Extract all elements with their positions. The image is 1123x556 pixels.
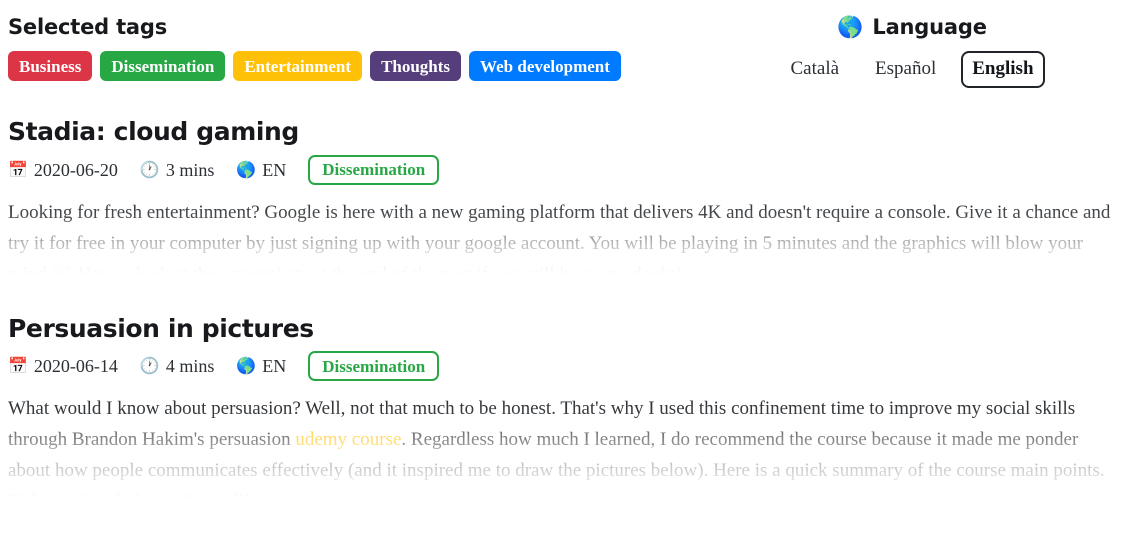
calendar-icon: 📅 (8, 356, 28, 376)
post-tag-badge[interactable]: Dissemination (308, 154, 440, 185)
tag-filter-list: Business Dissemination Entertainment Tho… (8, 51, 648, 82)
globe-icon: 🌎 (236, 159, 257, 179)
post-item: Stadia: cloud gaming 📅 2020-06-20 🕐 3 mi… (8, 117, 1115, 275)
language-heading: Language (872, 15, 987, 39)
tag-filter-business[interactable]: Business (8, 51, 93, 82)
selected-tags-heading: Selected tags (8, 15, 168, 39)
post-title[interactable]: Persuasion in pictures (8, 314, 1115, 344)
clock-icon: 🕐 (139, 356, 160, 376)
post-language: 🌎 EN (236, 357, 286, 375)
post-date: 📅 2020-06-14 (8, 357, 118, 375)
tag-filter-web-development[interactable]: Web development (469, 51, 621, 82)
post-date-value: 2020-06-14 (33, 356, 118, 377)
language-options: Català Español English (780, 51, 1045, 88)
post-meta: 📅 2020-06-14 🕐 4 mins 🌎 EN Dissemination (8, 351, 1115, 382)
post-date-value: 2020-06-20 (33, 159, 118, 180)
tag-filter-dissemination[interactable]: Dissemination (100, 51, 226, 82)
mind-blown-icon: 🤯 (51, 264, 73, 275)
page-header: Selected tags Business Dissemination Ent… (8, 0, 1115, 88)
blog-post-list-page: Selected tags Business Dissemination Ent… (0, 0, 1123, 556)
selected-tags-panel: Selected tags Business Dissemination Ent… (8, 15, 648, 82)
post-language-value: EN (262, 356, 287, 377)
post-language-value: EN (262, 159, 287, 180)
tag-filter-entertainment[interactable]: Entertainment (233, 51, 363, 82)
language-heading-row: 🌎 Language (837, 15, 987, 40)
language-panel: 🌎 Language Català Español English (785, 15, 1115, 88)
post-language: 🌎 EN (236, 161, 286, 179)
globe-icon: 🌎 (236, 356, 257, 376)
post-read-time-value: 4 mins (165, 356, 215, 377)
post-tag-badge[interactable]: Dissemination (308, 351, 440, 382)
post-excerpt[interactable]: Looking for fresh entertainment? Google … (8, 197, 1115, 275)
language-option-english[interactable]: English (961, 51, 1045, 88)
post-item: Persuasion in pictures 📅 2020-06-14 🕐 4 … (8, 314, 1115, 502)
language-option-espanol[interactable]: Español (864, 51, 947, 88)
language-option-catala[interactable]: Català (780, 51, 851, 88)
post-list: Stadia: cloud gaming 📅 2020-06-20 🕐 3 mi… (8, 117, 1115, 502)
udemy-course-link[interactable]: udemy course (295, 429, 401, 450)
post-read-time: 🕐 4 mins (140, 357, 214, 375)
post-excerpt[interactable]: What would I know about persuasion? Well… (8, 393, 1115, 501)
post-read-time: 🕐 3 mins (140, 161, 214, 179)
globe-icon: 🌎 (837, 15, 864, 40)
post-read-time-value: 3 mins (165, 159, 215, 180)
clock-icon: 🕐 (139, 159, 160, 179)
post-excerpt-text-cont: Have a look at the screenshots at the en… (72, 263, 682, 275)
post-meta: 📅 2020-06-20 🕐 3 mins 🌎 EN Dissemination (8, 154, 1115, 185)
post-title[interactable]: Stadia: cloud gaming (8, 117, 1115, 147)
tag-filter-thoughts[interactable]: Thoughts (370, 51, 462, 82)
post-date: 📅 2020-06-20 (8, 161, 118, 179)
calendar-icon: 📅 (8, 159, 28, 179)
